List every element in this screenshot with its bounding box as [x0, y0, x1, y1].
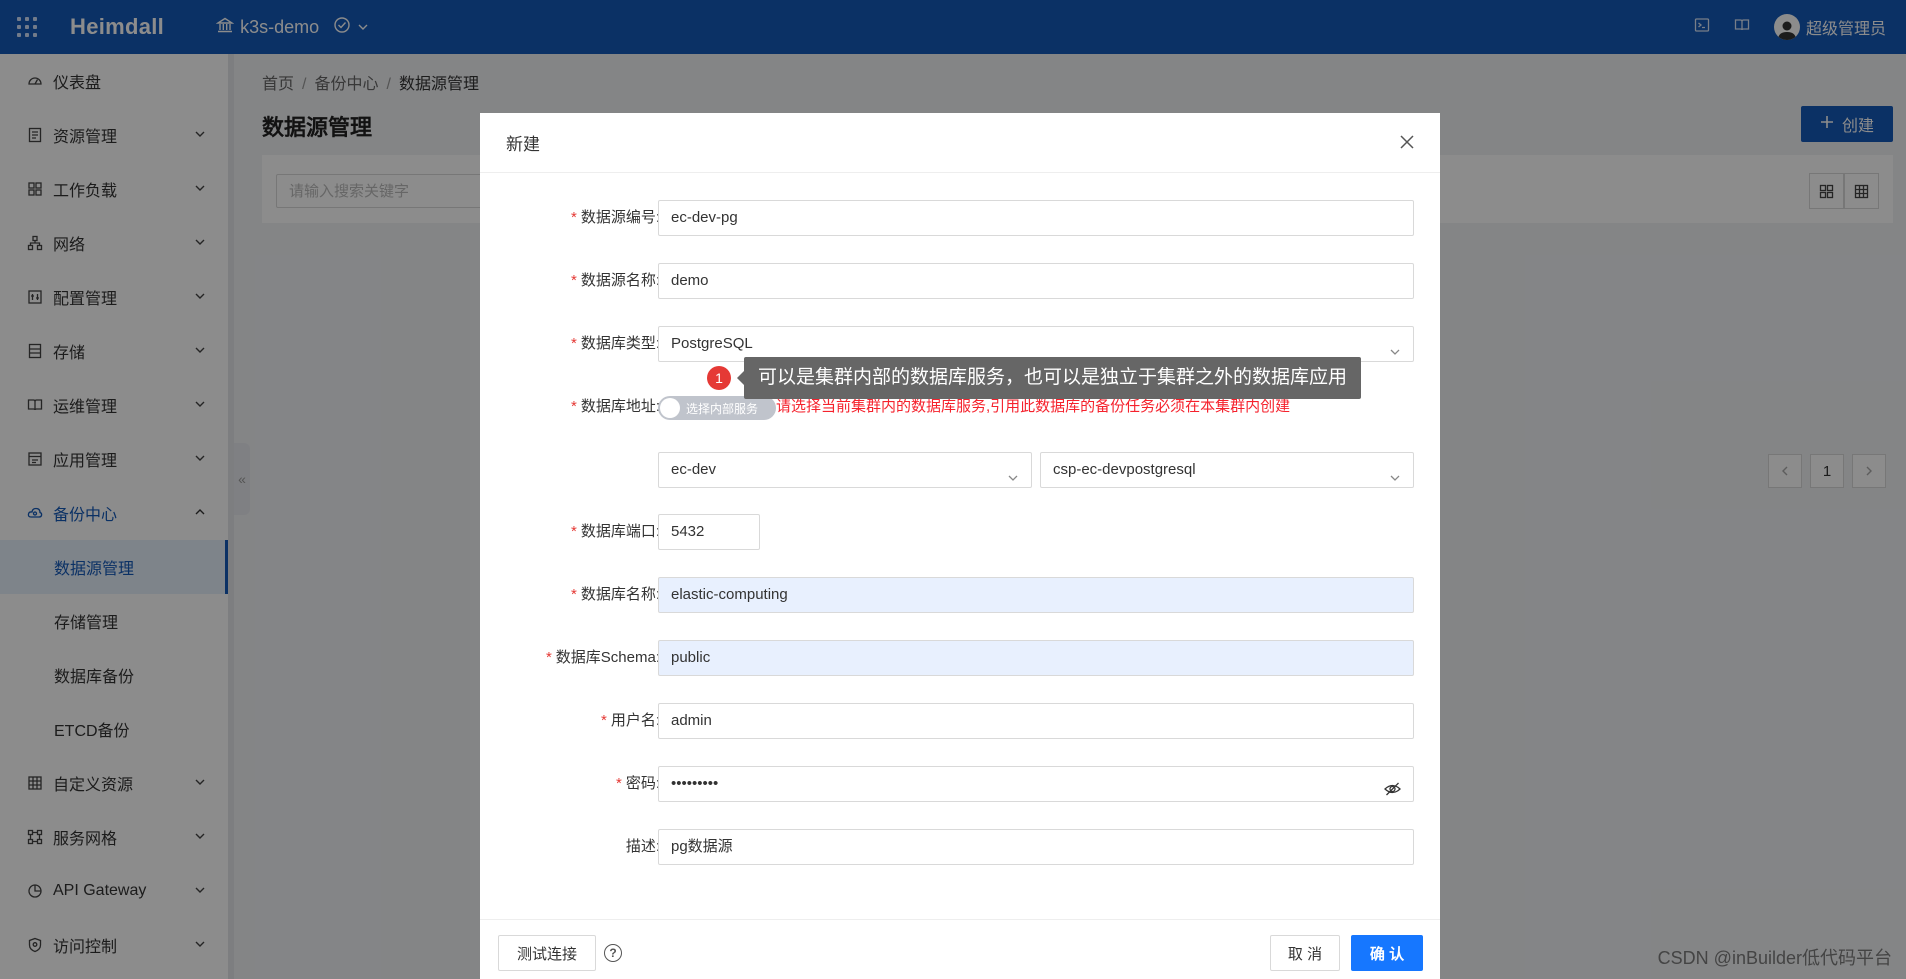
- field-row-port: * 数据库端口: 5432: [480, 514, 1440, 550]
- field-label: * 数据库地址:: [570, 398, 660, 415]
- chevron-down-icon: [1389, 337, 1401, 371]
- password-input[interactable]: •••••••••: [658, 766, 1414, 802]
- select-value: PostgreSQL: [671, 335, 753, 352]
- cancel-button[interactable]: 取 消: [1270, 935, 1340, 971]
- field-row-username: * 用户名: admin: [480, 703, 1440, 739]
- db-name-input[interactable]: elastic-computing: [658, 577, 1414, 613]
- modal-footer: 测试连接 ? 取 消 确 认: [480, 919, 1440, 979]
- namespace-select[interactable]: ec-dev: [658, 452, 1032, 488]
- field-row-name: * 数据源名称: demo: [480, 263, 1440, 299]
- field-label: * 密码:: [615, 775, 660, 792]
- field-row-description: 描述: pg数据源: [480, 829, 1440, 865]
- field-row-code: * 数据源编号: ec-dev-pg: [480, 200, 1440, 236]
- db-service-select[interactable]: csp-ec-devpostgresql: [1040, 452, 1414, 488]
- toggle-label: 选择内部服务: [686, 402, 759, 416]
- datasource-code-input[interactable]: ec-dev-pg: [658, 200, 1414, 236]
- field-row-password: * 密码: •••••••••: [480, 766, 1440, 802]
- watermark: CSDN @inBuilder低代码平台: [1657, 948, 1892, 968]
- toggle-knob: [660, 398, 680, 418]
- db-schema-input[interactable]: public: [658, 640, 1414, 676]
- description-input[interactable]: pg数据源: [658, 829, 1414, 865]
- field-label: * 用户名:: [600, 712, 660, 729]
- db-port-input[interactable]: 5432: [658, 514, 760, 550]
- test-connection-button[interactable]: 测试连接: [498, 935, 596, 971]
- field-row-service: ec-dev csp-ec-devpostgresql: [480, 452, 1440, 488]
- field-label: * 数据源编号:: [570, 209, 660, 226]
- field-label: * 数据库类型:: [570, 335, 660, 352]
- select-value: ec-dev: [671, 461, 717, 478]
- select-value: csp-ec-devpostgresql: [1053, 461, 1196, 478]
- modal-title: 新建: [480, 113, 1440, 173]
- field-label: * 数据库名称:: [570, 586, 660, 603]
- address-tooltip: 可以是集群内部的数据库服务，也可以是独立于集群之外的数据库应用: [736, 357, 1362, 399]
- annotation-badge: 1: [707, 366, 731, 390]
- field-label: * 数据源名称:: [570, 272, 660, 289]
- help-icon[interactable]: ?: [604, 944, 622, 962]
- datasource-name-input[interactable]: demo: [658, 263, 1414, 299]
- confirm-button[interactable]: 确 认: [1351, 935, 1423, 971]
- field-label: * 数据库Schema:: [545, 649, 660, 666]
- eye-off-icon[interactable]: [1384, 776, 1401, 810]
- field-label: * 数据库端口:: [570, 523, 660, 540]
- field-row-schema: * 数据库Schema: public: [480, 640, 1440, 676]
- close-icon[interactable]: [1396, 131, 1418, 153]
- internal-service-toggle[interactable]: 选择内部服务: [658, 396, 776, 420]
- username-input[interactable]: admin: [658, 703, 1414, 739]
- chevron-down-icon: [1007, 463, 1019, 497]
- field-label: 描述:: [625, 838, 660, 855]
- field-row-dbname: * 数据库名称: elastic-computing: [480, 577, 1440, 613]
- create-datasource-modal: 新建 * 数据源编号: ec-dev-pg * 数据源名称: demo * 数据库类型…: [480, 113, 1440, 979]
- password-mask: •••••••••: [671, 775, 719, 792]
- chevron-down-icon: [1389, 463, 1401, 497]
